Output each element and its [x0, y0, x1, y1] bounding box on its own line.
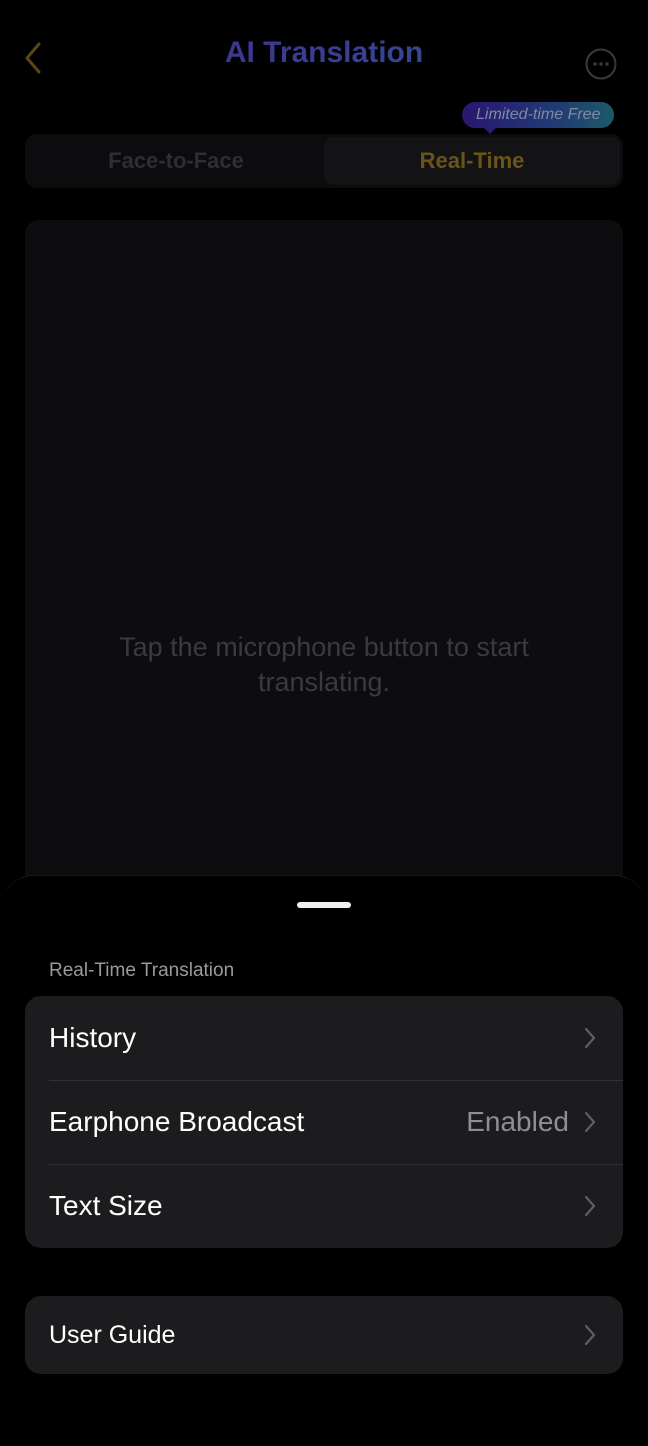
header: AI Translation [0, 0, 648, 110]
section-title: Real-Time Translation [49, 960, 235, 981]
history-row[interactable]: History [25, 996, 623, 1080]
row-label: Text Size [49, 1190, 163, 1221]
sheet-grabber[interactable] [297, 902, 351, 908]
page-title: AI Translation [0, 36, 648, 70]
earphone-broadcast-row[interactable]: Earphone Broadcast Enabled [25, 1080, 623, 1164]
guide-group: User Guide [25, 1296, 623, 1374]
settings-sheet: Real-Time Translation History Earphone B… [0, 875, 648, 1446]
transcript-area [25, 220, 623, 920]
row-label: Earphone Broadcast [49, 1106, 305, 1137]
chevron-right-icon [583, 1026, 597, 1050]
tab-real-time[interactable]: Real-Time [324, 137, 620, 185]
ellipsis-circle-icon [585, 48, 617, 80]
earphone-broadcast-value: Enabled [466, 1106, 569, 1137]
settings-group: History Earphone Broadcast Enabled Text … [25, 996, 623, 1248]
empty-hint: Tap the microphone button to start trans… [119, 632, 529, 697]
row-label: User Guide [49, 1320, 176, 1349]
chevron-right-icon [583, 1194, 597, 1218]
text-size-row[interactable]: Text Size [25, 1164, 623, 1248]
chevron-right-icon [583, 1323, 597, 1347]
row-label: History [49, 1022, 137, 1053]
screen: AI Translation Face-to-Face Real-Time Li… [0, 0, 648, 1446]
user-guide-row[interactable]: User Guide [25, 1296, 623, 1374]
chevron-right-icon [583, 1110, 597, 1134]
limited-time-badge: Limited-time Free [462, 102, 615, 134]
mode-switch: Face-to-Face Real-Time [25, 134, 623, 188]
tab-face-to-face[interactable]: Face-to-Face [28, 137, 324, 185]
more-button[interactable] [584, 47, 618, 81]
